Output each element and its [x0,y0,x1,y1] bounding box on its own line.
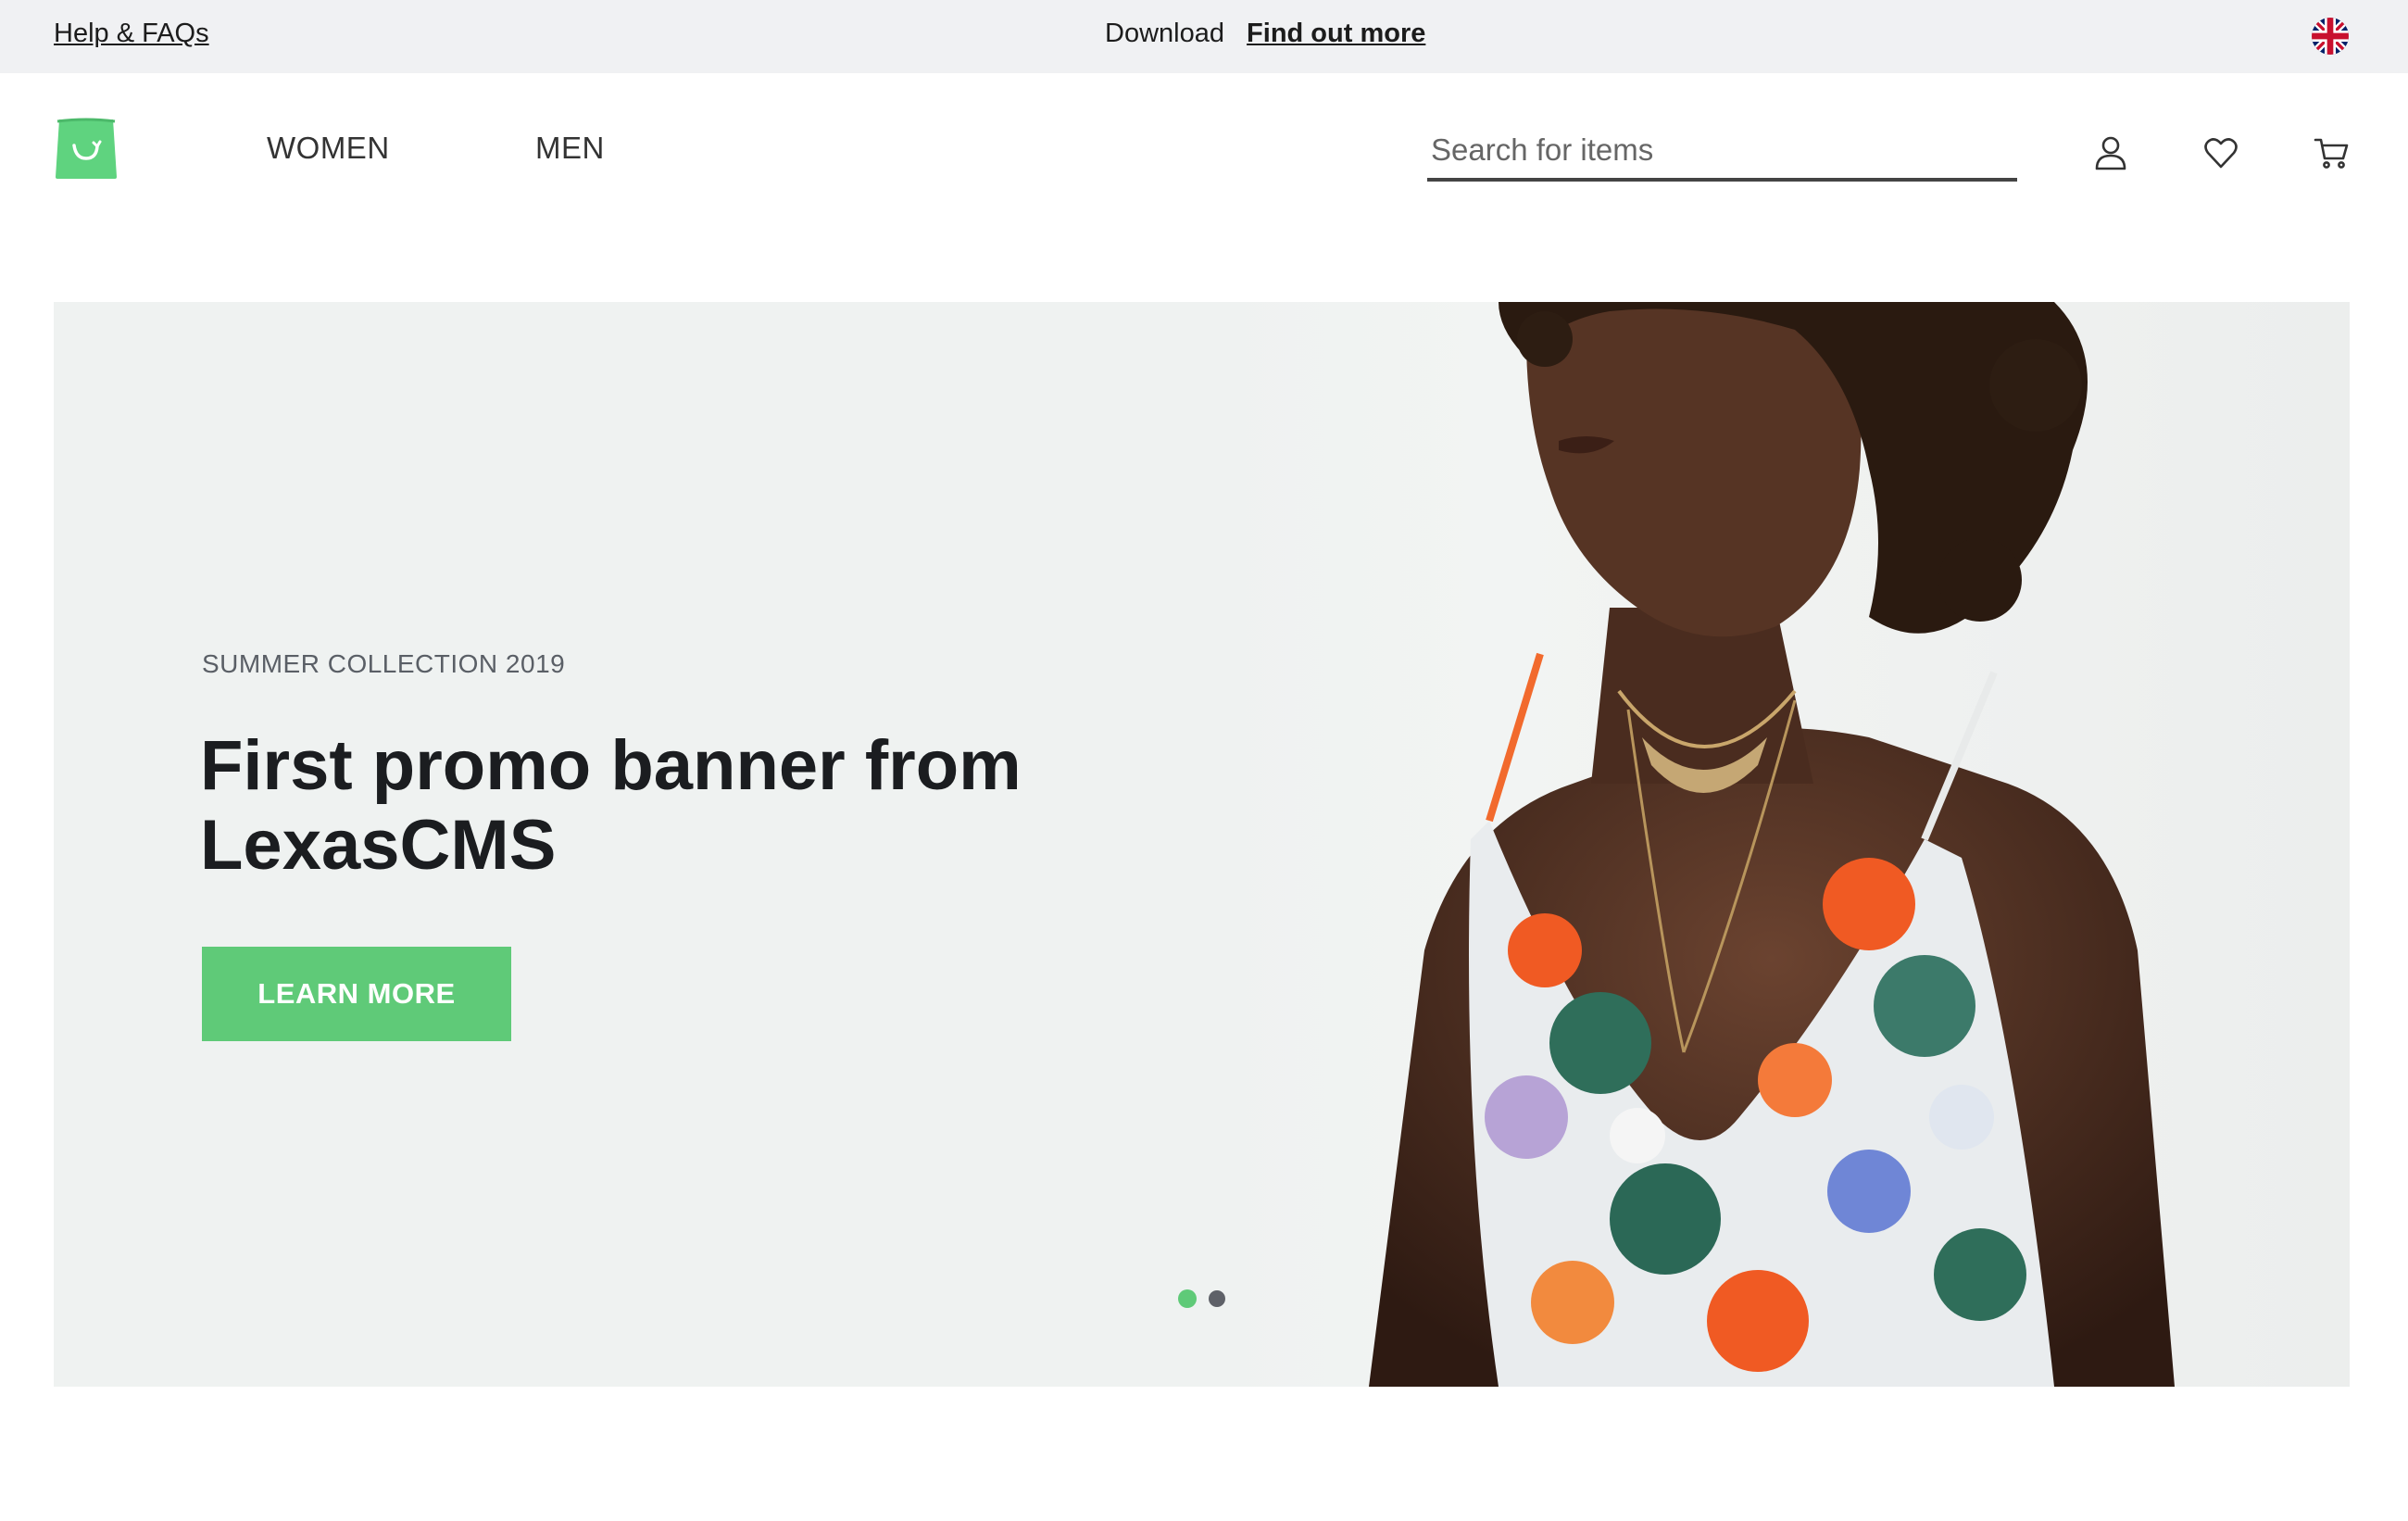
nav-men[interactable]: MEN [535,131,605,166]
banner-headline: First promo banner from LexasCMS [200,726,1022,885]
cart-icon[interactable] [2314,134,2351,171]
heart-icon[interactable] [2202,134,2239,171]
model-photo [1221,302,2350,1387]
uk-flag-icon[interactable] [2312,18,2349,55]
download-promo: Download Find out more [1105,19,1425,49]
promo-banner: SUMMER COLLECTION 2019 First promo banne… [54,302,2350,1387]
nav-women[interactable]: WOMEN [267,131,390,166]
carousel-dot-1[interactable] [1178,1289,1197,1308]
carousel-dot-2[interactable] [1209,1290,1225,1307]
learn-more-button[interactable]: LEARN MORE [202,947,511,1041]
main-header: WOMEN MEN [0,73,2408,221]
user-icon[interactable] [2092,134,2129,171]
banner-eyebrow: SUMMER COLLECTION 2019 [202,649,566,678]
top-utility-bar: Help & FAQs Download Find out more [0,0,2408,73]
shopping-bag-logo-icon[interactable] [54,116,119,181]
carousel-dots [1178,1288,1225,1309]
download-text: Download [1105,19,1224,48]
help-faqs-link[interactable]: Help & FAQs [54,19,209,49]
search-input[interactable] [1427,121,2017,182]
find-out-more-link[interactable]: Find out more [1247,19,1425,48]
